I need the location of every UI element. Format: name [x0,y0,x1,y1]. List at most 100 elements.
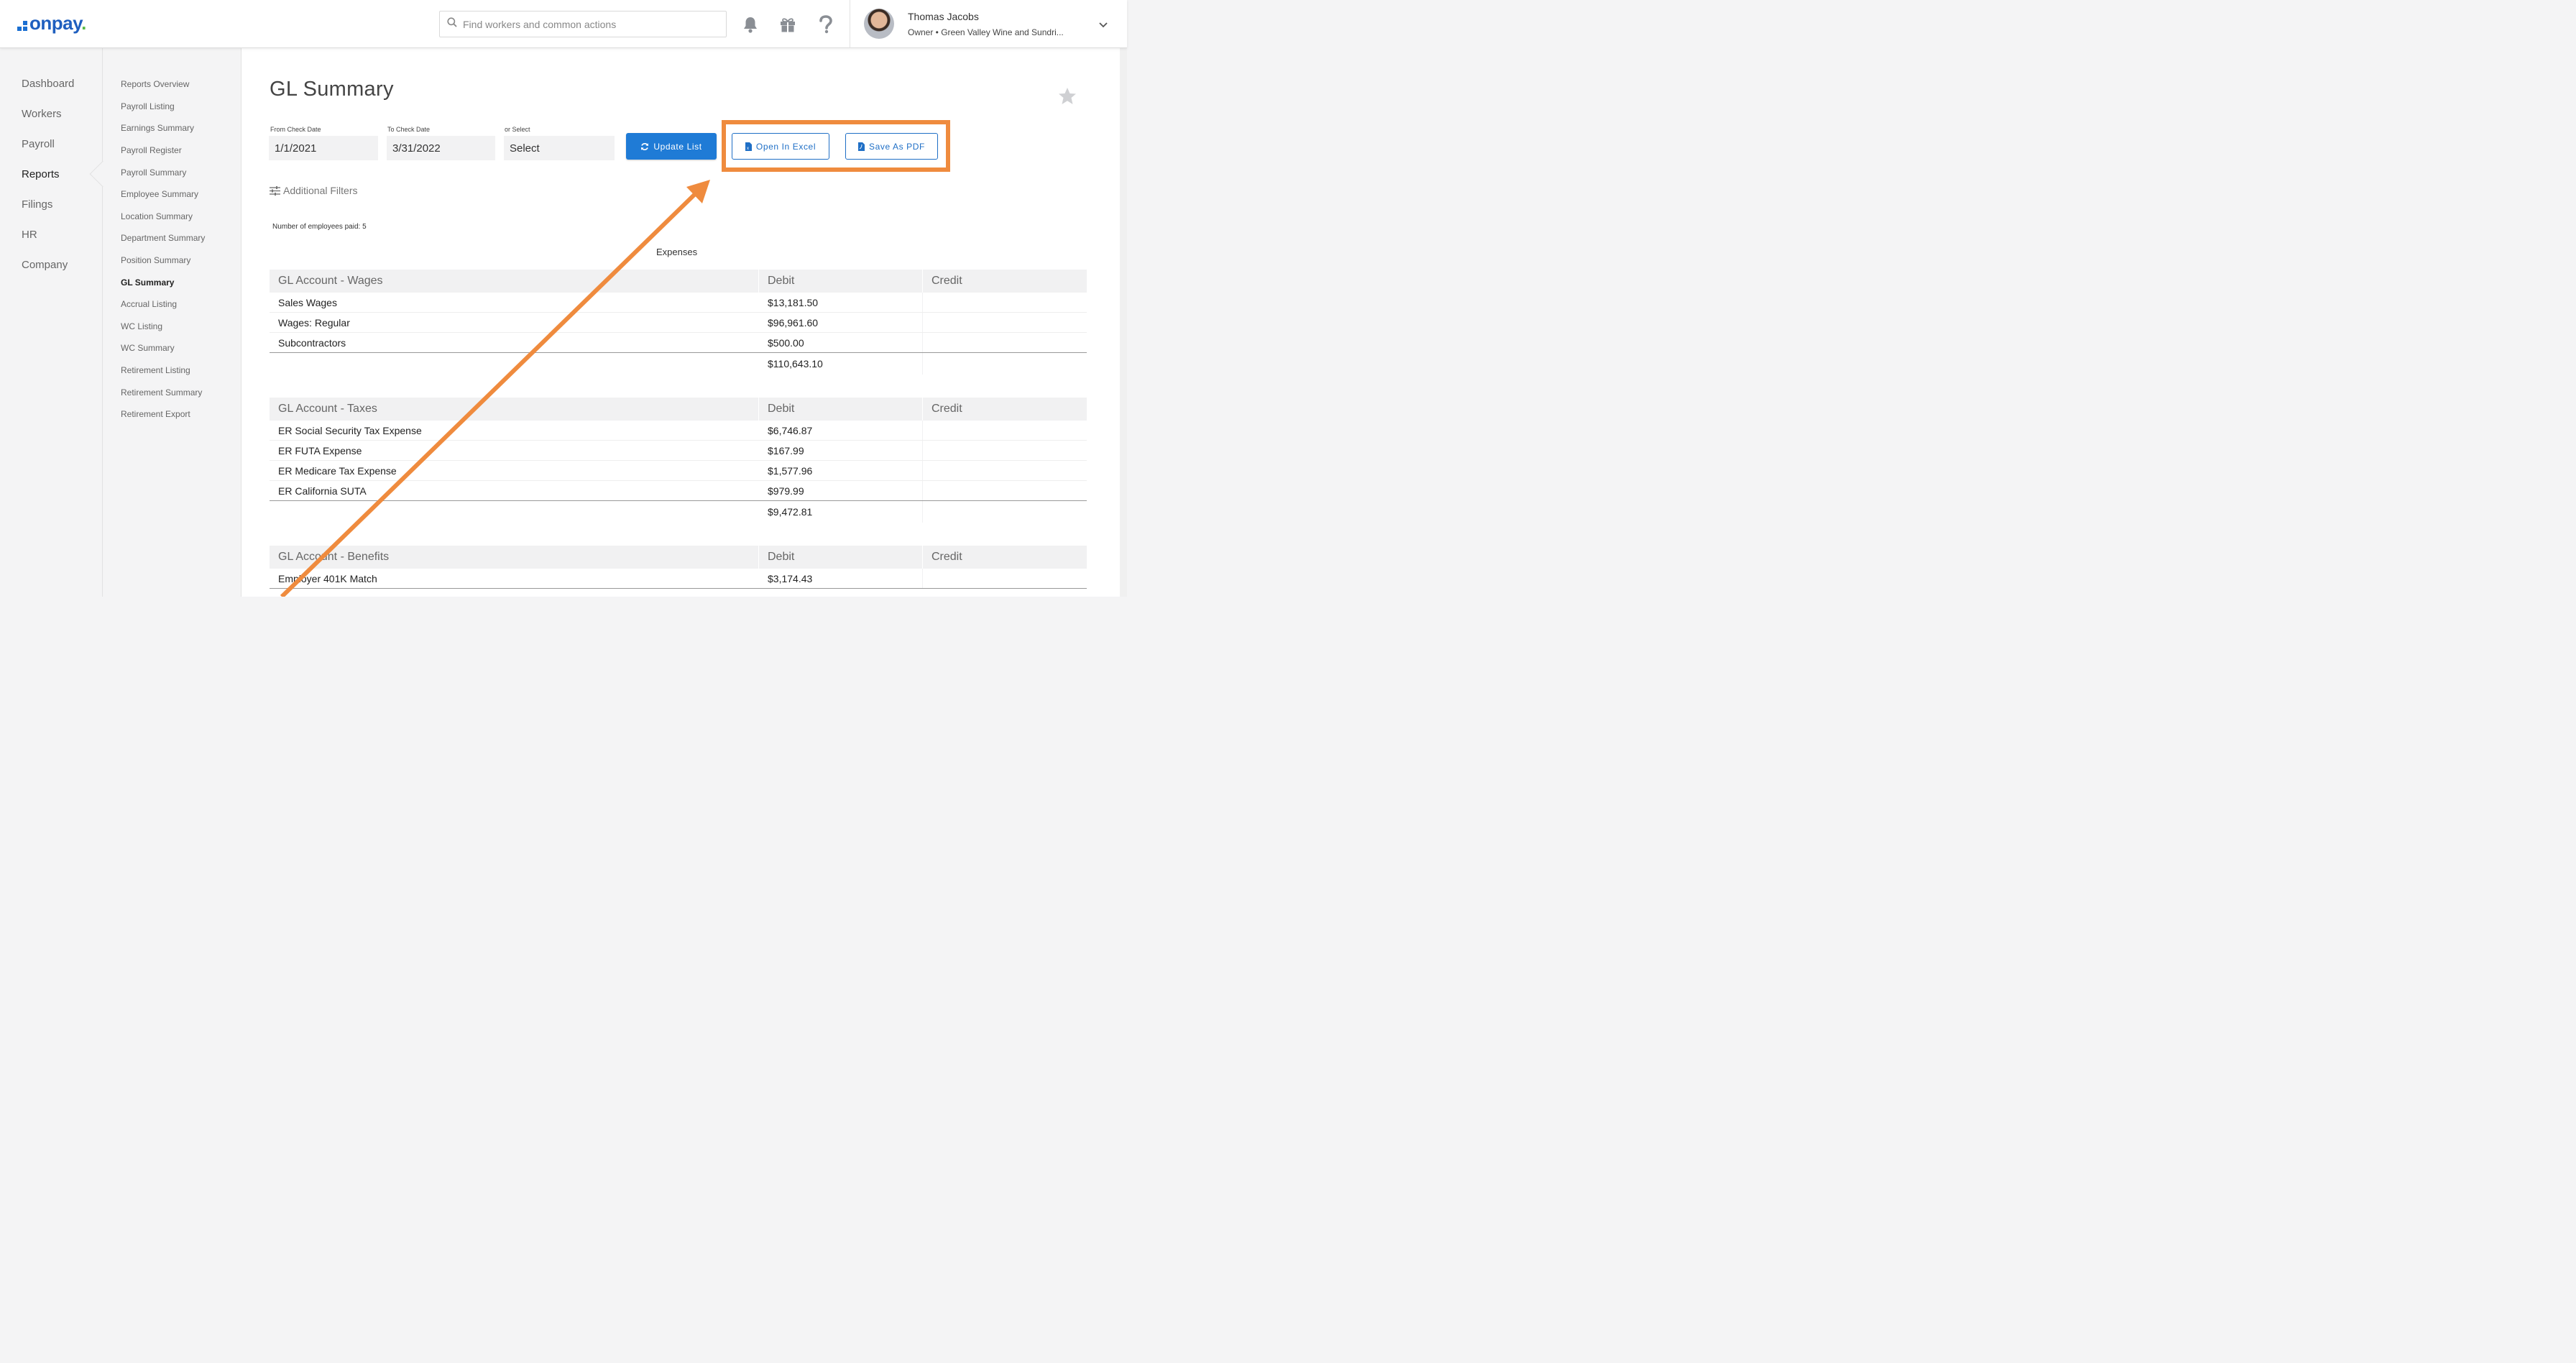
from-date-input[interactable]: 1/1/2021 [269,136,378,160]
chevron-down-icon[interactable] [1098,19,1108,32]
open-in-excel-label: Open In Excel [755,141,816,152]
subnav-accrual-listing[interactable]: Accrual Listing [121,299,177,309]
table-header: GL Account - Taxes Debit Credit [270,398,1087,421]
nav-item-company[interactable]: Company [22,259,68,271]
subnav-payroll-listing[interactable]: Payroll Listing [121,101,175,111]
gift-icon[interactable] [778,15,797,34]
open-in-excel-button[interactable]: x Open In Excel [732,133,829,160]
debit-total: $110,643.10 [759,353,923,375]
nav-item-payroll[interactable]: Payroll [22,138,55,150]
select-label: or Select [505,126,530,133]
credit-header: Credit [932,551,962,563]
table-row: Wages: Regular $96,961.60 [270,313,1087,333]
nav-item-dashboard[interactable]: Dashboard [22,78,74,90]
bell-icon[interactable] [741,15,760,34]
credit-value [923,421,1087,440]
subnav-retirement-summary[interactable]: Retirement Summary [121,387,202,398]
user-avatar[interactable] [864,9,894,39]
debit-total: $9,472.81 [759,501,923,523]
subnav-retirement-export[interactable]: Retirement Export [121,409,190,419]
page-scrollbar[interactable] [1120,48,1127,597]
update-list-label: Update List [653,141,702,152]
subnav-employee-summary[interactable]: Employee Summary [121,189,198,199]
date-range-select[interactable]: Select [504,136,615,160]
subnav-position-summary[interactable]: Position Summary [121,255,190,265]
table-row: ER FUTA Expense $167.99 [270,441,1087,461]
nav-item-hr[interactable]: HR [22,229,37,241]
sliders-icon [270,185,280,196]
debit-value: $13,181.50 [759,293,923,312]
credit-value [923,333,1087,352]
table-row: ER Medicare Tax Expense $1,577.96 [270,461,1087,481]
debit-value: $500.00 [759,333,923,352]
reports-subnav: Reports Overview Payroll Listing Earning… [103,48,242,597]
account-header: GL Account - Wages [270,270,759,293]
subnav-location-summary[interactable]: Location Summary [121,211,193,221]
credit-header: Credit [932,403,962,415]
subnav-retirement-listing[interactable]: Retirement Listing [121,365,190,375]
gl-table-wages: GL Account - Wages Debit Credit Sales Wa… [270,270,1087,375]
refresh-icon [641,142,649,150]
logo-dot: . [81,12,86,34]
gl-table-benefits: GL Account - Benefits Debit Credit Emplo… [270,546,1087,589]
subnav-reports-overview[interactable]: Reports Overview [121,79,189,89]
account-name: ER Social Security Tax Expense [270,421,759,440]
gl-table-taxes: GL Account - Taxes Debit Credit ER Socia… [270,398,1087,523]
debit-value: $96,961.60 [759,313,923,332]
account-name: Wages: Regular [270,313,759,332]
nav-item-reports[interactable]: Reports [22,168,60,180]
save-as-pdf-label: Save As PDF [869,141,925,152]
page-title: GL Summary [270,78,394,101]
search-input[interactable] [463,18,714,30]
additional-filters-label: Additional Filters [283,185,358,196]
main-content: GL Summary From Check Date 1/1/2021 To C… [242,48,1127,597]
subnav-gl-summary[interactable]: GL Summary [121,277,174,288]
help-icon[interactable] [816,15,835,34]
search-icon [447,17,457,31]
debit-value: $1,577.96 [759,461,923,480]
subnav-payroll-register[interactable]: Payroll Register [121,145,182,155]
additional-filters-toggle[interactable]: Additional Filters [270,185,358,196]
primary-nav [0,48,103,597]
subnav-payroll-summary[interactable]: Payroll Summary [121,167,186,178]
table-total-row: $110,643.10 [270,353,1087,375]
account-header: GL Account - Benefits [270,546,759,569]
credit-value [923,461,1087,480]
debit-header: Debit [759,270,923,293]
logo-mark [17,21,27,31]
user-role[interactable]: Owner • Green Valley Wine and Sundri... [908,27,1064,37]
subnav-wc-listing[interactable]: WC Listing [121,321,162,331]
account-name: ER Medicare Tax Expense [270,461,759,480]
update-list-button[interactable]: Update List [626,133,717,160]
account-name: ER California SUTA [270,481,759,500]
table-header: GL Account - Wages Debit Credit [270,270,1087,293]
nav-item-workers[interactable]: Workers [22,108,62,120]
excel-file-icon: x [745,142,752,151]
table-header: GL Account - Benefits Debit Credit [270,546,1087,569]
table-row: ER Social Security Tax Expense $6,746.87 [270,421,1087,441]
debit-header: Debit [759,398,923,421]
subnav-earnings-summary[interactable]: Earnings Summary [121,123,194,133]
to-date-label: To Check Date [387,126,431,133]
debit-header: Debit [759,546,923,569]
debit-value: $979.99 [759,481,923,500]
search-box[interactable] [439,11,727,37]
employees-paid-count: Number of employees paid: 5 [272,223,367,231]
debit-value: $6,746.87 [759,421,923,440]
onpay-logo[interactable]: onpay. [17,12,86,34]
credit-value [923,569,1087,588]
to-date-input[interactable]: 3/31/2022 [387,136,495,160]
save-as-pdf-button[interactable]: Save As PDF [845,133,938,160]
table-total-row: $9,472.81 [270,501,1087,523]
svg-text:x: x [747,147,750,151]
favorite-star-icon[interactable] [1058,87,1077,109]
user-name[interactable]: Thomas Jacobs [908,11,979,22]
subnav-department-summary[interactable]: Department Summary [121,233,205,243]
pdf-file-icon [858,142,865,151]
subnav-wc-summary[interactable]: WC Summary [121,343,175,353]
nav-item-filings[interactable]: Filings [22,198,52,211]
table-row: Employer 401K Match $3,174.43 [270,569,1087,589]
account-header: GL Account - Taxes [270,398,759,421]
credit-value [923,313,1087,332]
debit-value: $3,174.43 [759,569,923,588]
